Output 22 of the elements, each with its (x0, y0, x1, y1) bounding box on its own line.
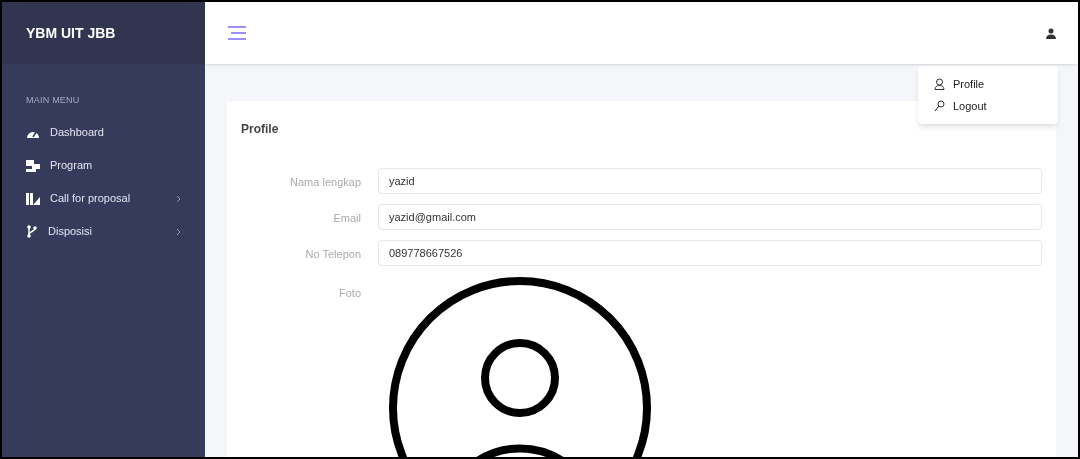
brand-title: YBM UIT JBB (26, 23, 116, 43)
input-field[interactable]: yazid (378, 168, 1042, 194)
sidebar-item[interactable]: Dashboard (2, 116, 205, 149)
sidebar-item[interactable]: Call for proposal (2, 182, 205, 215)
input-field[interactable]: yazid@gmail.com (378, 204, 1042, 230)
field-label: Nama lengkap (290, 176, 361, 188)
dropdown-item[interactable]: Profile (934, 76, 1042, 93)
menu-section-title: MAIN MENU (26, 95, 80, 105)
user-icon[interactable] (1046, 27, 1056, 39)
sidebar-item[interactable]: Disposisi (2, 215, 205, 248)
sidebar-item[interactable]: Program (2, 149, 205, 182)
menu-icon[interactable] (227, 25, 247, 41)
field-label: Foto (339, 287, 361, 299)
field-label: Email (333, 212, 361, 224)
branch-icon (26, 225, 38, 238)
field-label: No Telepon (305, 248, 361, 260)
key-icon (934, 99, 945, 112)
people-icon (26, 192, 40, 205)
dropdown-item[interactable]: Logout (934, 97, 1042, 114)
input-field[interactable]: 089778667526 (378, 240, 1042, 266)
card-title: Profile (241, 122, 279, 136)
user-icon (934, 78, 945, 91)
